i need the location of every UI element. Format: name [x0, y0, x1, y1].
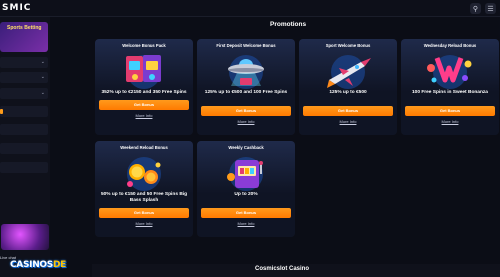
search-icon[interactable]: ⚲: [470, 3, 481, 14]
card-offer: 125% up to €500: [329, 90, 367, 95]
candy-letters-icon: [427, 55, 472, 89]
chevron-down-icon: ⌄: [40, 74, 45, 80]
more-info-link[interactable]: More Info: [95, 113, 193, 118]
top-bar: SMIC ⚲ ☰: [0, 0, 500, 17]
rocket-icon: [327, 55, 371, 89]
more-info-link[interactable]: More Info: [95, 221, 193, 226]
card-title: First Deposit Welcome Bonus: [216, 43, 276, 48]
card-title: Sport Welcome Bonus: [325, 43, 371, 48]
ufo-icon: [228, 55, 264, 89]
get-bonus-button[interactable]: Get Bonus: [303, 106, 393, 116]
active-indicator: [0, 109, 3, 114]
slot-machine-icon: [227, 157, 263, 191]
site-logo[interactable]: SMIC: [2, 3, 31, 13]
promo-card: Weekly Cashback Up to 20% Get Bonus More…: [197, 141, 295, 237]
sidebar: Sports Betting ⌄ ⌄ ⌄ Live chat: [0, 17, 50, 277]
promo-card: Welcome Bonus Pack 352% up to €2150 and …: [95, 39, 193, 135]
sidebar-banner[interactable]: [1, 224, 49, 250]
sidebar-item-2[interactable]: ⌄: [0, 72, 48, 83]
card-illustration: [95, 50, 193, 90]
slot-packs-icon: [126, 55, 161, 89]
watermark-suffix: DE: [52, 260, 66, 270]
more-info-link[interactable]: More Info: [197, 221, 295, 226]
get-bonus-button[interactable]: Get Bonus: [201, 208, 291, 218]
section-title: Cosmicslot Casino: [255, 266, 310, 272]
card-offer: 100 Free Spins in Sweet Bonanza: [412, 90, 488, 95]
card-illustration: [401, 50, 499, 90]
card-offer: 125% up to €500 and 100 Free Spins: [204, 90, 288, 95]
card-offer: Up to 20%: [234, 192, 258, 197]
more-info-link[interactable]: More Info: [299, 119, 397, 124]
more-info-link[interactable]: More Info: [401, 119, 499, 124]
sidebar-item-5[interactable]: [0, 124, 48, 135]
promo-card: Sport Welcome Bonus 125% up to €500 Get …: [299, 39, 397, 135]
coins-icon: [127, 157, 161, 191]
menu-icon[interactable]: ☰: [485, 3, 496, 14]
promo-card: Wednesday Reload Bonus 100 Free Spins in…: [401, 39, 499, 135]
card-illustration: [299, 50, 397, 90]
card-title: Weekly Cashback: [228, 145, 264, 150]
get-bonus-button[interactable]: Get Bonus: [405, 106, 495, 116]
more-info-link[interactable]: More Info: [197, 119, 295, 124]
get-bonus-button[interactable]: Get Bonus: [99, 100, 189, 110]
sports-betting-label: Sports Betting: [7, 25, 42, 31]
card-title: Welcome Bonus Pack: [122, 43, 166, 48]
page-title: Promotions: [270, 21, 307, 28]
sidebar-item-1[interactable]: ⌄: [0, 57, 48, 68]
card-title: Weekend Reload Bonus: [120, 145, 168, 150]
sidebar-item-6[interactable]: [0, 143, 48, 154]
card-illustration: [197, 152, 295, 192]
promo-card: Weekend Reload Bonus 50% up to €150 and …: [95, 141, 193, 237]
watermark-text: CASINOS: [10, 260, 53, 270]
chevron-down-icon: ⌄: [40, 59, 45, 65]
promo-card: First Deposit Welcome Bonus 125% up to €…: [197, 39, 295, 135]
card-offer: 352% up to €2150 and 350 Free Spins: [101, 90, 187, 95]
sports-betting-tile[interactable]: Sports Betting: [0, 22, 48, 52]
card-illustration: [197, 50, 295, 90]
card-illustration: [95, 152, 193, 192]
sidebar-item-7[interactable]: [0, 162, 48, 173]
sidebar-item-4[interactable]: [0, 106, 48, 117]
top-actions: ⚲ ☰: [470, 3, 496, 14]
casinos-watermark: CASINOSDE: [10, 260, 66, 270]
card-title: Wednesday Reload Bonus: [423, 43, 477, 48]
sidebar-item-3[interactable]: ⌄: [0, 88, 48, 99]
get-bonus-button[interactable]: Get Bonus: [201, 106, 291, 116]
card-offer: 50% up to €150 and 50 Free Spins Big Bas…: [100, 192, 188, 203]
get-bonus-button[interactable]: Get Bonus: [99, 208, 189, 218]
chevron-down-icon: ⌄: [40, 90, 45, 96]
